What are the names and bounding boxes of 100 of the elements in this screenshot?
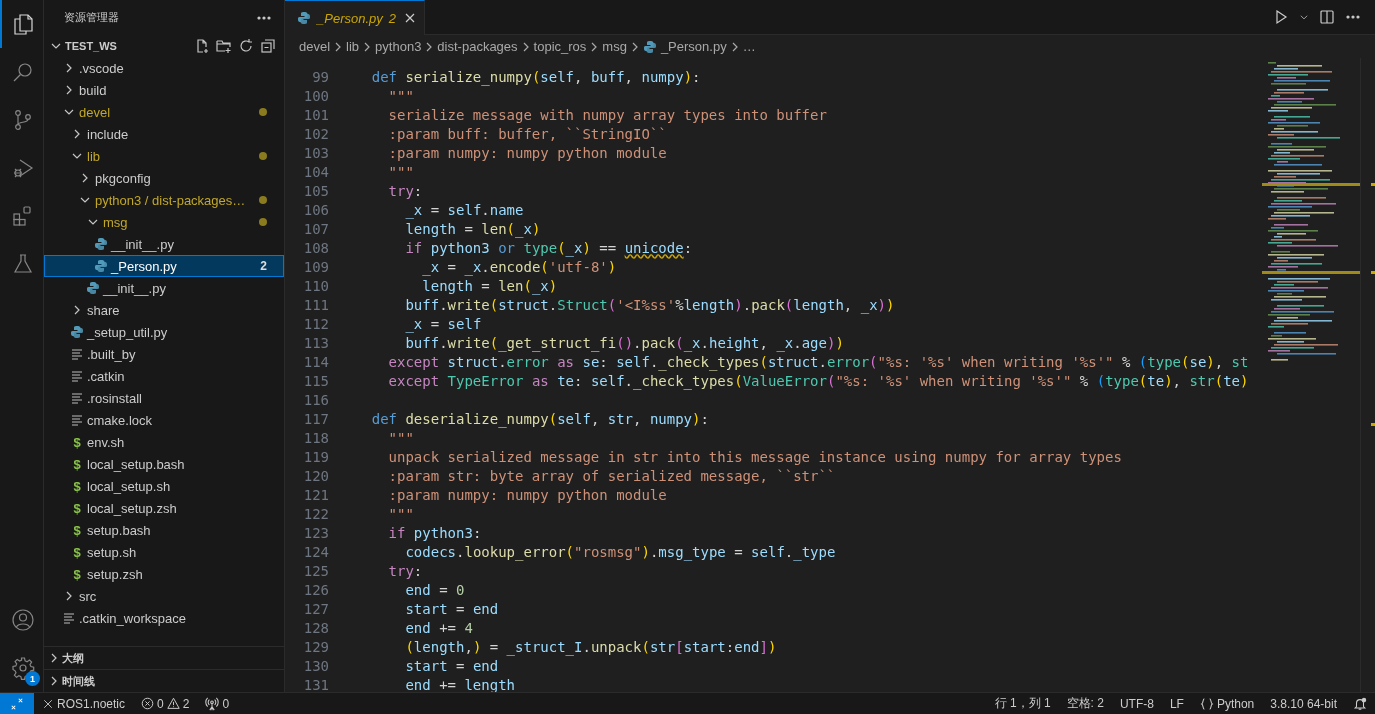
line-number: 105 <box>302 181 329 201</box>
tab-title: _Person.py <box>317 10 383 26</box>
lines-icon <box>71 392 83 404</box>
code-line: start = end <box>404 656 499 676</box>
account-icon <box>10 608 35 632</box>
code-line: """ <box>387 86 414 106</box>
bell-icon[interactable] <box>1353 696 1367 711</box>
tree-item[interactable]: python3 / dist-packages… <box>44 189 284 211</box>
tree-item[interactable]: .catkin_workspace <box>44 607 284 629</box>
sidebar-title: 资源管理器 <box>64 10 119 25</box>
warning-icon <box>166 697 180 710</box>
tree-item[interactable]: lib <box>44 145 284 167</box>
dollar-icon: $ <box>73 478 81 494</box>
tree-item[interactable]: __init__.py <box>44 233 284 255</box>
code-line: if python3: <box>387 523 482 543</box>
lines-icon <box>63 612 75 624</box>
code-line: _x = self <box>404 314 482 334</box>
tree-item[interactable]: src <box>44 585 284 607</box>
line-number: 101 <box>302 105 329 125</box>
tree-item[interactable]: cmake.lock <box>44 409 284 431</box>
tree-item[interactable]: __init__.py <box>44 277 284 299</box>
breadcrumb-item[interactable]: dist-packages <box>437 39 518 54</box>
tree-item[interactable]: msg <box>44 211 284 233</box>
line-number: 102 <box>302 124 329 144</box>
editor-tab[interactable]: _Person.py 2 <box>285 0 425 35</box>
status-item[interactable]: UTF-8 <box>1111 693 1162 714</box>
line-number: 117 <box>302 409 329 429</box>
breadcrumb-item[interactable]: … <box>742 39 756 54</box>
refresh-icon[interactable] <box>238 38 254 54</box>
line-number: 129 <box>302 637 329 657</box>
breadcrumb-item[interactable]: topic_ros <box>533 39 587 54</box>
activity-tab[interactable]: 1 <box>0 644 43 692</box>
breadcrumb-item[interactable]: python3 <box>375 39 422 54</box>
problems-status[interactable]: 0 2 <box>133 693 198 714</box>
code-line: end += 4 <box>404 618 473 638</box>
status-item[interactable]: 0 <box>197 693 238 714</box>
breadcrumb-item[interactable]: lib <box>346 39 360 54</box>
code-line: if python3 or type(_x) == unicode: <box>404 238 693 258</box>
workspace-header[interactable]: TEST_WS <box>44 35 284 57</box>
code-line: """ <box>387 504 414 524</box>
code-line: """ <box>387 162 414 182</box>
status-item[interactable]: 3.8.10 64-bit <box>1262 693 1345 714</box>
tree-item[interactable]: $ env.sh <box>44 431 284 453</box>
chevron-down-icon[interactable] <box>1299 12 1309 22</box>
status-item[interactable]: Python <box>1191 693 1263 714</box>
code-line: :param buff: buffer, ``StringIO`` <box>387 124 667 144</box>
tree-item[interactable]: $ setup.zsh <box>44 563 284 585</box>
remote-icon <box>10 696 24 711</box>
tree-item[interactable]: $ setup.sh <box>44 541 284 563</box>
braces-icon <box>1199 696 1214 711</box>
breadcrumb-item[interactable]: msg <box>602 39 627 54</box>
tree-item[interactable]: share <box>44 299 284 321</box>
tree-item[interactable]: .vscode <box>44 57 284 79</box>
scroll-marker <box>1371 183 1375 186</box>
tree-item[interactable]: _Person.py 2 <box>44 255 284 277</box>
breadcrumb-item[interactable]: _Person.py <box>642 39 727 54</box>
code-line: length = len(_x) <box>404 219 541 239</box>
line-number: 108 <box>302 238 329 258</box>
split-editor-icon[interactable] <box>1319 9 1335 25</box>
problem-count: 2 <box>260 259 267 273</box>
dollar-icon: $ <box>73 544 81 560</box>
tree-item[interactable]: build <box>44 79 284 101</box>
tree-item[interactable]: pkgconfig <box>44 167 284 189</box>
collapse-icon[interactable] <box>260 38 276 54</box>
line-number: 124 <box>302 542 329 562</box>
new-folder-icon[interactable] <box>216 38 232 54</box>
lines-icon <box>71 370 83 382</box>
error-icon <box>141 697 155 710</box>
status-item[interactable]: 空格: 2 <box>1058 693 1112 714</box>
line-number: 114 <box>302 352 329 372</box>
tree-item[interactable]: include <box>44 123 284 145</box>
panel-header[interactable]: 大纲 <box>44 646 284 669</box>
line-number: 112 <box>302 314 329 334</box>
code-line: def serialize_numpy(self, buff, numpy): <box>370 67 701 87</box>
breadcrumb-item[interactable]: devel <box>299 39 331 54</box>
python-icon <box>642 39 657 54</box>
tree-item[interactable]: _setup_util.py <box>44 321 284 343</box>
status-item[interactable]: 行 1，列 1 <box>986 693 1059 714</box>
tree-item[interactable]: $ setup.bash <box>44 519 284 541</box>
tree-item[interactable]: $ local_setup.sh <box>44 475 284 497</box>
line-number: 121 <box>302 485 329 505</box>
python-icon <box>70 325 84 339</box>
tree-item[interactable]: $ local_setup.bash <box>44 453 284 475</box>
tree-item[interactable]: devel <box>44 101 284 123</box>
tree-item[interactable]: $ local_setup.zsh <box>44 497 284 519</box>
line-number: 118 <box>302 428 329 448</box>
line-number: 107 <box>302 219 329 239</box>
tree-item[interactable]: .built_by <box>44 343 284 365</box>
problem-count: 2 <box>388 10 396 26</box>
line-number: 113 <box>302 333 329 353</box>
code-line: except struct.error as se: self._check_types(struct.error("%s: '%s' when writing '%s'" % (type(se), st <box>387 352 1249 372</box>
tree-item[interactable]: .rosinstall <box>44 387 284 409</box>
new-file-icon[interactable] <box>194 38 210 54</box>
status-item[interactable]: LF <box>1161 693 1192 714</box>
status-item[interactable]: ROS1.noetic <box>34 693 134 714</box>
lines-icon <box>71 348 83 360</box>
line-number: 99 <box>311 67 329 87</box>
code-line: def deserialize_numpy(self, str, numpy): <box>370 409 709 429</box>
tree-item[interactable]: .catkin <box>44 365 284 387</box>
run-icon[interactable] <box>1273 9 1289 25</box>
